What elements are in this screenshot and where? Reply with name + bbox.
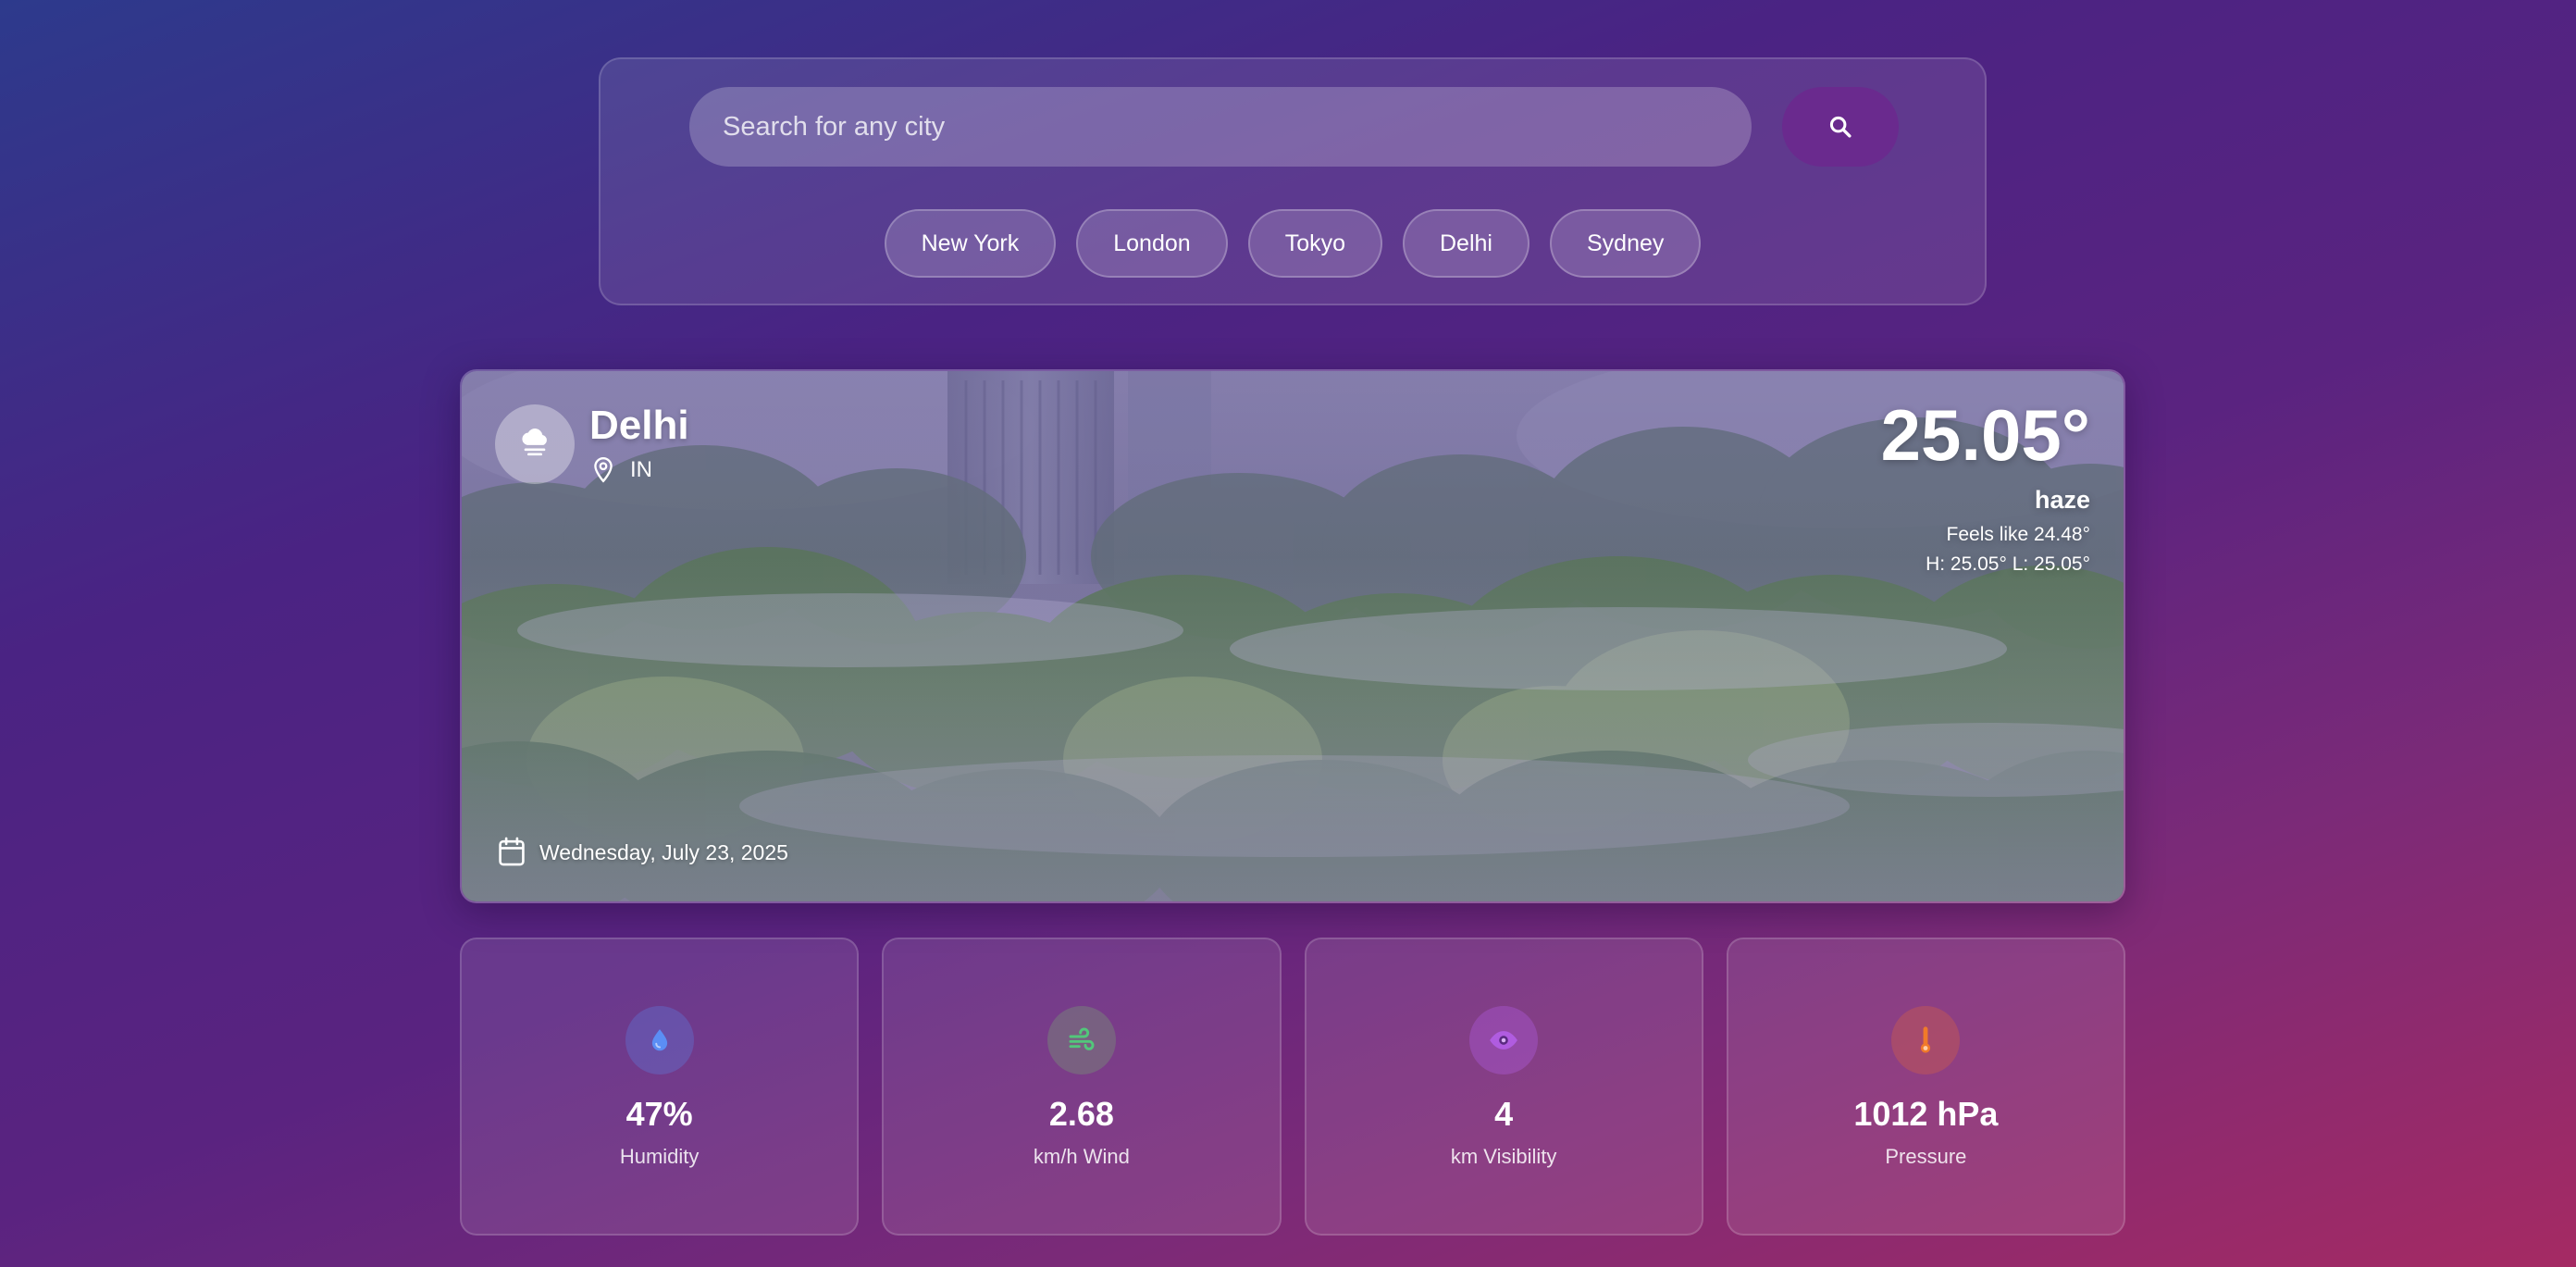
current-date: Wednesday, July 23, 2025: [539, 839, 788, 864]
thermometer-icon: [1921, 1026, 1931, 1053]
city-chip-tokyo[interactable]: Tokyo: [1247, 209, 1382, 278]
high-low-text: H: 25.05° L: 25.05°: [1926, 553, 2090, 575]
pressure-value: 1012 hPa: [1853, 1095, 1999, 1133]
visibility-icon-badge: [1469, 1006, 1539, 1074]
wind-value: 2.68: [1048, 1095, 1114, 1133]
date-row: Wednesday, July 23, 2025: [497, 837, 788, 868]
city-chip-london[interactable]: London: [1076, 209, 1228, 278]
map-pin-icon: [594, 456, 613, 483]
humidity-icon-badge: [625, 1006, 694, 1074]
visibility-label: km Visibility: [1450, 1145, 1557, 1168]
search-icon: [1829, 116, 1852, 138]
wind-icon-badge: [1046, 1006, 1116, 1074]
hero-overlay: [462, 371, 2124, 901]
humidity-value: 47%: [625, 1095, 693, 1133]
weather-stats: 47% Humidity 2.68 km/h Wind 4 km Visibil…: [460, 938, 2125, 1236]
temperature-block: 25.05° haze Feels like 24.48° H: 25.05° …: [1881, 399, 2090, 576]
search-panel: New York London Tokyo Delhi Sydney: [599, 57, 1987, 305]
country-code: IN: [630, 457, 652, 482]
condition-text: haze: [2034, 486, 2090, 514]
weather-condition-badge: [495, 404, 575, 484]
droplet-icon: [651, 1029, 667, 1051]
pressure-label: Pressure: [1885, 1145, 1967, 1168]
city-chip-delhi[interactable]: Delhi: [1403, 209, 1530, 278]
feels-like-text: Feels like 24.48°: [1946, 524, 2090, 545]
visibility-value: 4: [1494, 1095, 1514, 1133]
pressure-card: 1012 hPa Pressure: [1726, 938, 2125, 1236]
haze-cloud-icon: [522, 429, 547, 456]
quick-city-list: New York London Tokyo Delhi Sydney: [601, 209, 1985, 278]
calendar-icon: [499, 837, 525, 866]
city-chip-new-york[interactable]: New York: [884, 209, 1057, 278]
current-weather-card: Delhi IN 25.05° haze Feels like 24.48° H…: [460, 369, 2125, 903]
search-button[interactable]: [1782, 87, 1899, 167]
visibility-card: 4 km Visibility: [1304, 938, 1703, 1236]
humidity-label: Humidity: [619, 1145, 700, 1168]
city-chip-sydney[interactable]: Sydney: [1549, 209, 1702, 278]
wind-card: 2.68 km/h Wind: [882, 938, 1282, 1236]
temperature-value: 25.05°: [1880, 394, 2090, 476]
wind-icon: [1069, 1027, 1095, 1050]
country-row: IN: [591, 456, 652, 484]
humidity-card: 47% Humidity: [460, 938, 860, 1236]
wind-label: km/h Wind: [1033, 1145, 1130, 1168]
pressure-icon-badge: [1891, 1006, 1961, 1074]
search-input[interactable]: [689, 87, 1752, 167]
eye-icon: [1490, 1031, 1517, 1050]
city-name: Delhi: [589, 403, 689, 448]
